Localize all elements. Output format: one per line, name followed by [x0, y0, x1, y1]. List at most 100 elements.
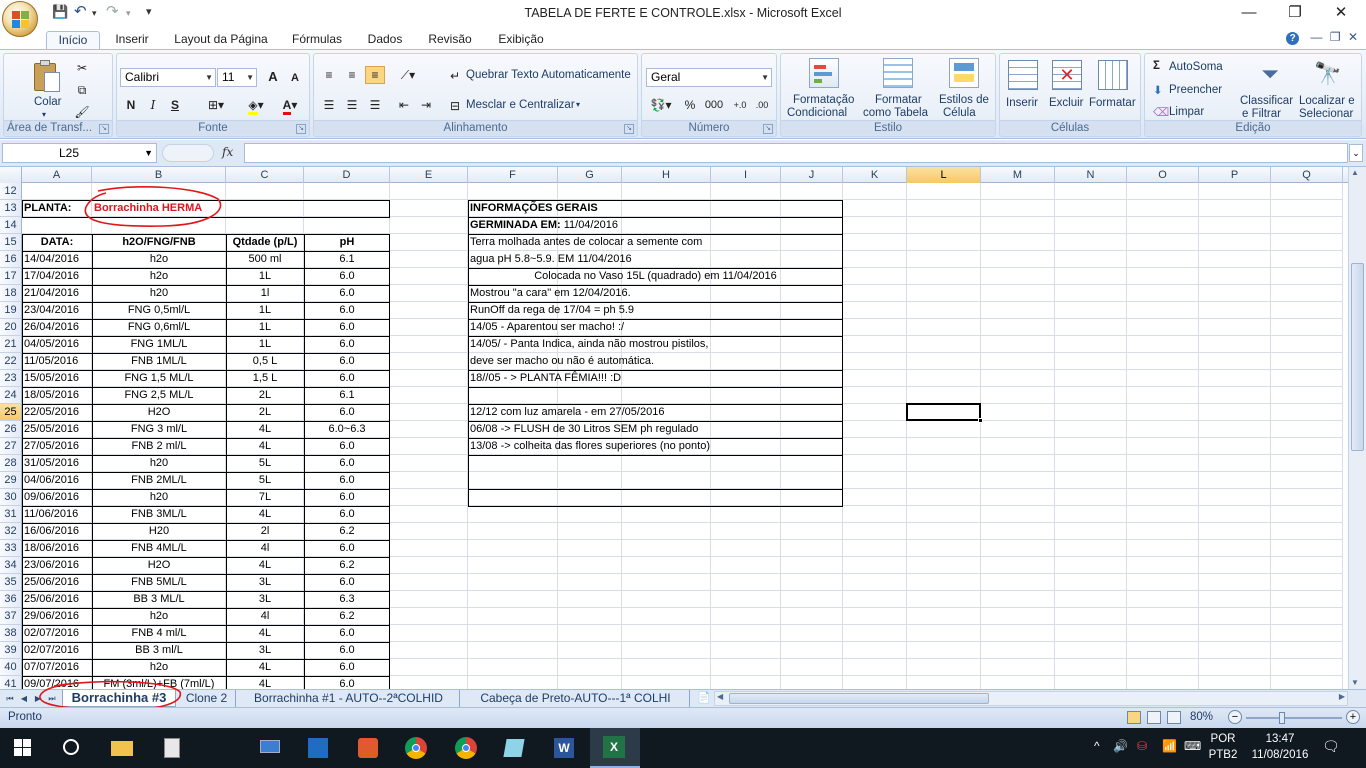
log-ph[interactable]: 6.3 [304, 591, 390, 608]
number-launcher-icon[interactable]: ↘ [763, 124, 773, 134]
log-ph[interactable]: 6.1 [304, 251, 390, 268]
log-nutrient[interactable]: h20 [92, 285, 226, 302]
log-date[interactable]: 27/05/2016 [22, 438, 92, 455]
row-header-12[interactable]: 12 [0, 183, 22, 200]
tab-home[interactable]: Início [46, 31, 100, 50]
row-header-41[interactable]: 41 [0, 676, 22, 689]
first-sheet-icon[interactable]: ⏮ [4, 692, 16, 705]
find-select-icon[interactable]: 🔭 [1313, 59, 1343, 89]
info-line-3[interactable]: Mostrou "a cara" em 12/04/2016. [468, 285, 843, 302]
log-nutrient[interactable]: FNG 0,6ml/L [92, 319, 226, 336]
fill-button[interactable]: Preencher [1169, 84, 1222, 96]
row-header-37[interactable]: 37 [0, 608, 22, 625]
info-germinated[interactable]: GERMINADA EM: 11/04/2016 [468, 217, 843, 234]
row-header-21[interactable]: 21 [0, 336, 22, 353]
column-header-j[interactable]: J [781, 167, 843, 183]
log-ph[interactable]: 6.0 [304, 319, 390, 336]
log-nutrient[interactable]: H2O [92, 404, 226, 421]
log-nutrient[interactable]: FNB 5ML/L [92, 574, 226, 591]
log-quantity[interactable]: 4L [226, 676, 304, 689]
cell-styles-line1[interactable]: Estilos de [939, 94, 989, 106]
formula-input[interactable] [244, 143, 1348, 163]
log-quantity[interactable]: 5L [226, 455, 304, 472]
log-ph[interactable]: 6.0 [304, 336, 390, 353]
underline-button[interactable]: S [165, 96, 185, 114]
cell-styles-line2[interactable]: Célula [943, 107, 976, 119]
vertical-scroll-thumb[interactable] [1351, 263, 1364, 451]
log-quantity[interactable]: 1L [226, 319, 304, 336]
expand-formula-bar-icon[interactable]: ⌄ [1349, 144, 1363, 162]
font-name-combo[interactable]: Calibri ▼ [120, 68, 216, 87]
font-launcher-icon[interactable]: ↘ [296, 124, 306, 134]
log-date[interactable]: 21/04/2016 [22, 285, 92, 302]
log-nutrient[interactable]: FNG 3 ml/L [92, 421, 226, 438]
computer-icon[interactable] [258, 736, 282, 760]
increase-decimal-icon[interactable]: +.0 [730, 96, 750, 114]
log-quantity[interactable]: 4L [226, 421, 304, 438]
column-header-p[interactable]: P [1199, 167, 1271, 183]
log-nutrient[interactable]: h2o [92, 268, 226, 285]
excel-taskbar-item[interactable]: X [590, 728, 640, 768]
chrome-icon-2[interactable] [454, 736, 478, 760]
decrease-decimal-icon[interactable]: .00 [752, 96, 772, 114]
log-date[interactable]: 07/07/2016 [22, 659, 92, 676]
log-quantity[interactable]: 1L [226, 302, 304, 319]
tab-data[interactable]: Dados [360, 31, 410, 50]
scroll-up-icon[interactable]: ▲ [1351, 168, 1359, 177]
name-box[interactable]: L25 ▼ [2, 143, 157, 163]
log-ph[interactable]: 6.2 [304, 608, 390, 625]
search-icon[interactable] [60, 736, 84, 760]
row-header-40[interactable]: 40 [0, 659, 22, 676]
clock-time[interactable]: 13:47 [1248, 733, 1312, 745]
acrobat-icon[interactable]: ⛁ [1137, 739, 1147, 753]
info-line-4[interactable]: RunOff da rega de 17/04 = ph 5.9 [468, 302, 843, 319]
row-header-32[interactable]: 32 [0, 523, 22, 540]
copy-icon[interactable]: ⧉ [72, 81, 92, 99]
network-icon[interactable]: 📶 [1162, 739, 1177, 753]
merge-dropdown-icon[interactable]: ▾ [576, 100, 580, 109]
tab-page-layout[interactable]: Layout da Página [166, 31, 276, 50]
info-line-7[interactable]: deve ser macho ou não é automática. [468, 353, 843, 370]
conditional-formatting-line2[interactable]: Condicional [787, 107, 847, 119]
log-nutrient[interactable]: h2o [92, 251, 226, 268]
conditional-formatting-line1[interactable]: Formatação [793, 94, 854, 106]
find-select-line1[interactable]: Localizar e [1299, 95, 1355, 107]
keyboard-icon[interactable]: ⌨ [1184, 739, 1201, 753]
insert-cells-icon[interactable] [1008, 60, 1038, 90]
column-header-g[interactable]: G [558, 167, 622, 183]
row-header-24[interactable]: 24 [0, 387, 22, 404]
log-quantity[interactable]: 4L [226, 438, 304, 455]
horizontal-scrollbar[interactable]: ◀ ▶ [714, 691, 1348, 706]
log-ph[interactable]: 6.0 [304, 676, 390, 689]
log-header-0[interactable]: DATA: [22, 234, 92, 251]
row-header-17[interactable]: 17 [0, 268, 22, 285]
paste-icon[interactable] [32, 60, 62, 94]
log-quantity[interactable]: 0,5 L [226, 353, 304, 370]
log-date[interactable]: 11/05/2016 [22, 353, 92, 370]
calculator-icon[interactable] [306, 736, 330, 760]
ribbon-restore-icon[interactable]: ❐ [1330, 30, 1341, 44]
autosum-button[interactable]: AutoSoma [1169, 61, 1223, 73]
increase-indent-icon[interactable]: ⇥ [416, 96, 436, 114]
format-cells-button[interactable]: Formatar [1089, 97, 1136, 109]
tab-formulas[interactable]: Fórmulas [284, 31, 350, 50]
paste-dropdown-icon[interactable]: ▾ [42, 110, 46, 119]
log-nutrient[interactable]: FNB 1ML/L [92, 353, 226, 370]
format-painter-icon[interactable]: 🖌 [72, 103, 92, 121]
sheet-tab-clone-2[interactable]: Clone 2 [178, 690, 236, 707]
log-ph[interactable]: 6.0 [304, 574, 390, 591]
log-ph[interactable]: 6.0 [304, 268, 390, 285]
sort-filter-line1[interactable]: Classificar [1240, 95, 1293, 107]
info-line-11[interactable]: 06/08 -> FLUSH de 30 Litros SEM ph regul… [468, 421, 843, 438]
column-header-o[interactable]: O [1127, 167, 1199, 183]
minimize-button[interactable]: — [1226, 0, 1272, 28]
column-header-f[interactable]: F [468, 167, 558, 183]
show-hidden-icons[interactable]: ^ [1094, 739, 1100, 753]
row-header-26[interactable]: 26 [0, 421, 22, 438]
row-header-19[interactable]: 19 [0, 302, 22, 319]
log-quantity[interactable]: 2l [226, 523, 304, 540]
column-header-m[interactable]: M [981, 167, 1055, 183]
log-quantity[interactable]: 3L [226, 642, 304, 659]
log-nutrient[interactable]: FNG 1ML/L [92, 336, 226, 353]
log-ph[interactable]: 6.0 [304, 404, 390, 421]
